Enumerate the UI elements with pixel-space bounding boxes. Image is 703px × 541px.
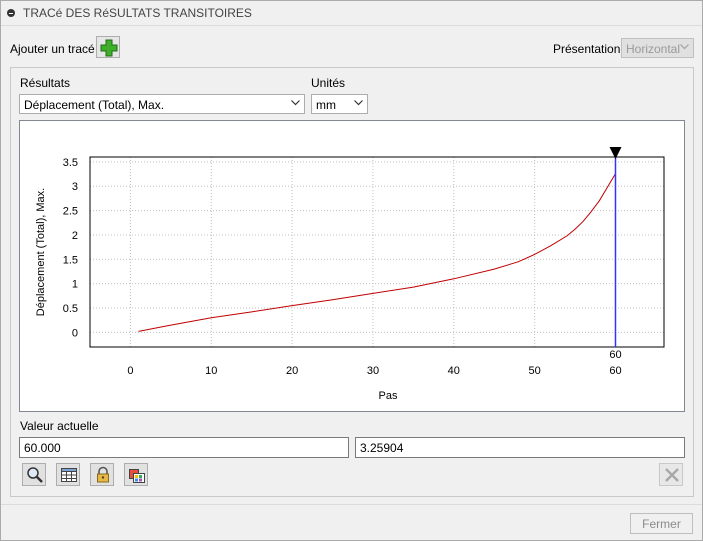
step-marker-label: 60 bbox=[609, 349, 621, 361]
transient-chart[interactable]: 0 0.5 1 1.5 2 2.5 3 3.5 0 10 20 30 40 50 60 60 Pas Dé… bbox=[20, 121, 684, 411]
units-label: Unités bbox=[311, 76, 346, 90]
x-tick-label: 60 bbox=[609, 365, 621, 377]
y-tick-label: 0.5 bbox=[63, 303, 78, 315]
x-tick-label: 0 bbox=[127, 365, 133, 377]
x-tick-label: 20 bbox=[286, 365, 298, 377]
x-tick-label: 10 bbox=[205, 365, 217, 377]
current-x-field[interactable]: 60.000 bbox=[19, 437, 349, 458]
y-axis-label: Déplacement (Total), Max. bbox=[35, 188, 47, 316]
color-palette-button[interactable] bbox=[124, 463, 148, 486]
y-tick-label: 2 bbox=[72, 230, 78, 242]
plus-icon bbox=[100, 39, 118, 57]
color-palette-icon bbox=[129, 469, 145, 483]
y-tick-label: 3.5 bbox=[63, 157, 78, 169]
table-button[interactable] bbox=[56, 463, 80, 486]
current-value-label: Valeur actuelle bbox=[20, 419, 99, 433]
dialog-title: TRACé DES RéSULTATS TRANSITOIRES bbox=[23, 6, 252, 20]
results-select[interactable]: Déplacement (Total), Max. bbox=[19, 94, 305, 114]
y-tick-label: 0 bbox=[72, 327, 78, 339]
add-plot-button[interactable] bbox=[96, 36, 120, 58]
results-label: Résultats bbox=[20, 76, 71, 90]
presentation-label: Présentation bbox=[553, 42, 621, 56]
delete-button[interactable] bbox=[659, 463, 683, 486]
chevron-down-icon bbox=[354, 100, 363, 106]
collapse-icon[interactable] bbox=[7, 9, 15, 17]
transient-results-dialog: TRACé DES RéSULTATS TRANSITOIRES Ajouter… bbox=[0, 0, 703, 541]
results-value: Déplacement (Total), Max. bbox=[24, 98, 165, 112]
x-tick-label: 30 bbox=[367, 365, 379, 377]
y-tick-label: 2.5 bbox=[63, 206, 78, 218]
table-icon bbox=[61, 468, 77, 482]
units-value: mm bbox=[316, 98, 336, 112]
y-tick-label: 1.5 bbox=[63, 254, 78, 266]
chevron-down-icon bbox=[291, 100, 300, 106]
delete-icon bbox=[665, 468, 679, 482]
title-bar: TRACé DES RéSULTATS TRANSITOIRES bbox=[1, 1, 702, 26]
y-tick-label: 1 bbox=[72, 279, 78, 291]
presentation-value: Horizontal bbox=[626, 42, 681, 56]
add-plot-label: Ajouter un tracé bbox=[10, 42, 95, 56]
zoom-button[interactable] bbox=[22, 463, 46, 486]
x-axis-label: Pas bbox=[379, 390, 398, 402]
chevron-down-icon bbox=[680, 44, 689, 50]
plot-area bbox=[89, 156, 665, 348]
zoom-icon bbox=[27, 467, 43, 483]
y-tick-label: 3 bbox=[72, 181, 78, 193]
x-tick-label: 50 bbox=[529, 365, 541, 377]
presentation-select[interactable]: Horizontal bbox=[621, 38, 694, 58]
chart-panel[interactable]: 0 0.5 1 1.5 2 2.5 3 3.5 0 10 20 30 40 50 60 60 Pas Dé… bbox=[19, 120, 685, 412]
close-button[interactable]: Fermer bbox=[630, 513, 693, 534]
current-y-field[interactable]: 3.25904 bbox=[355, 437, 685, 458]
lock-icon bbox=[97, 466, 109, 483]
footer-divider bbox=[1, 504, 702, 505]
lock-button[interactable] bbox=[90, 463, 114, 486]
x-tick-label: 40 bbox=[448, 365, 460, 377]
units-select[interactable]: mm bbox=[311, 94, 368, 114]
